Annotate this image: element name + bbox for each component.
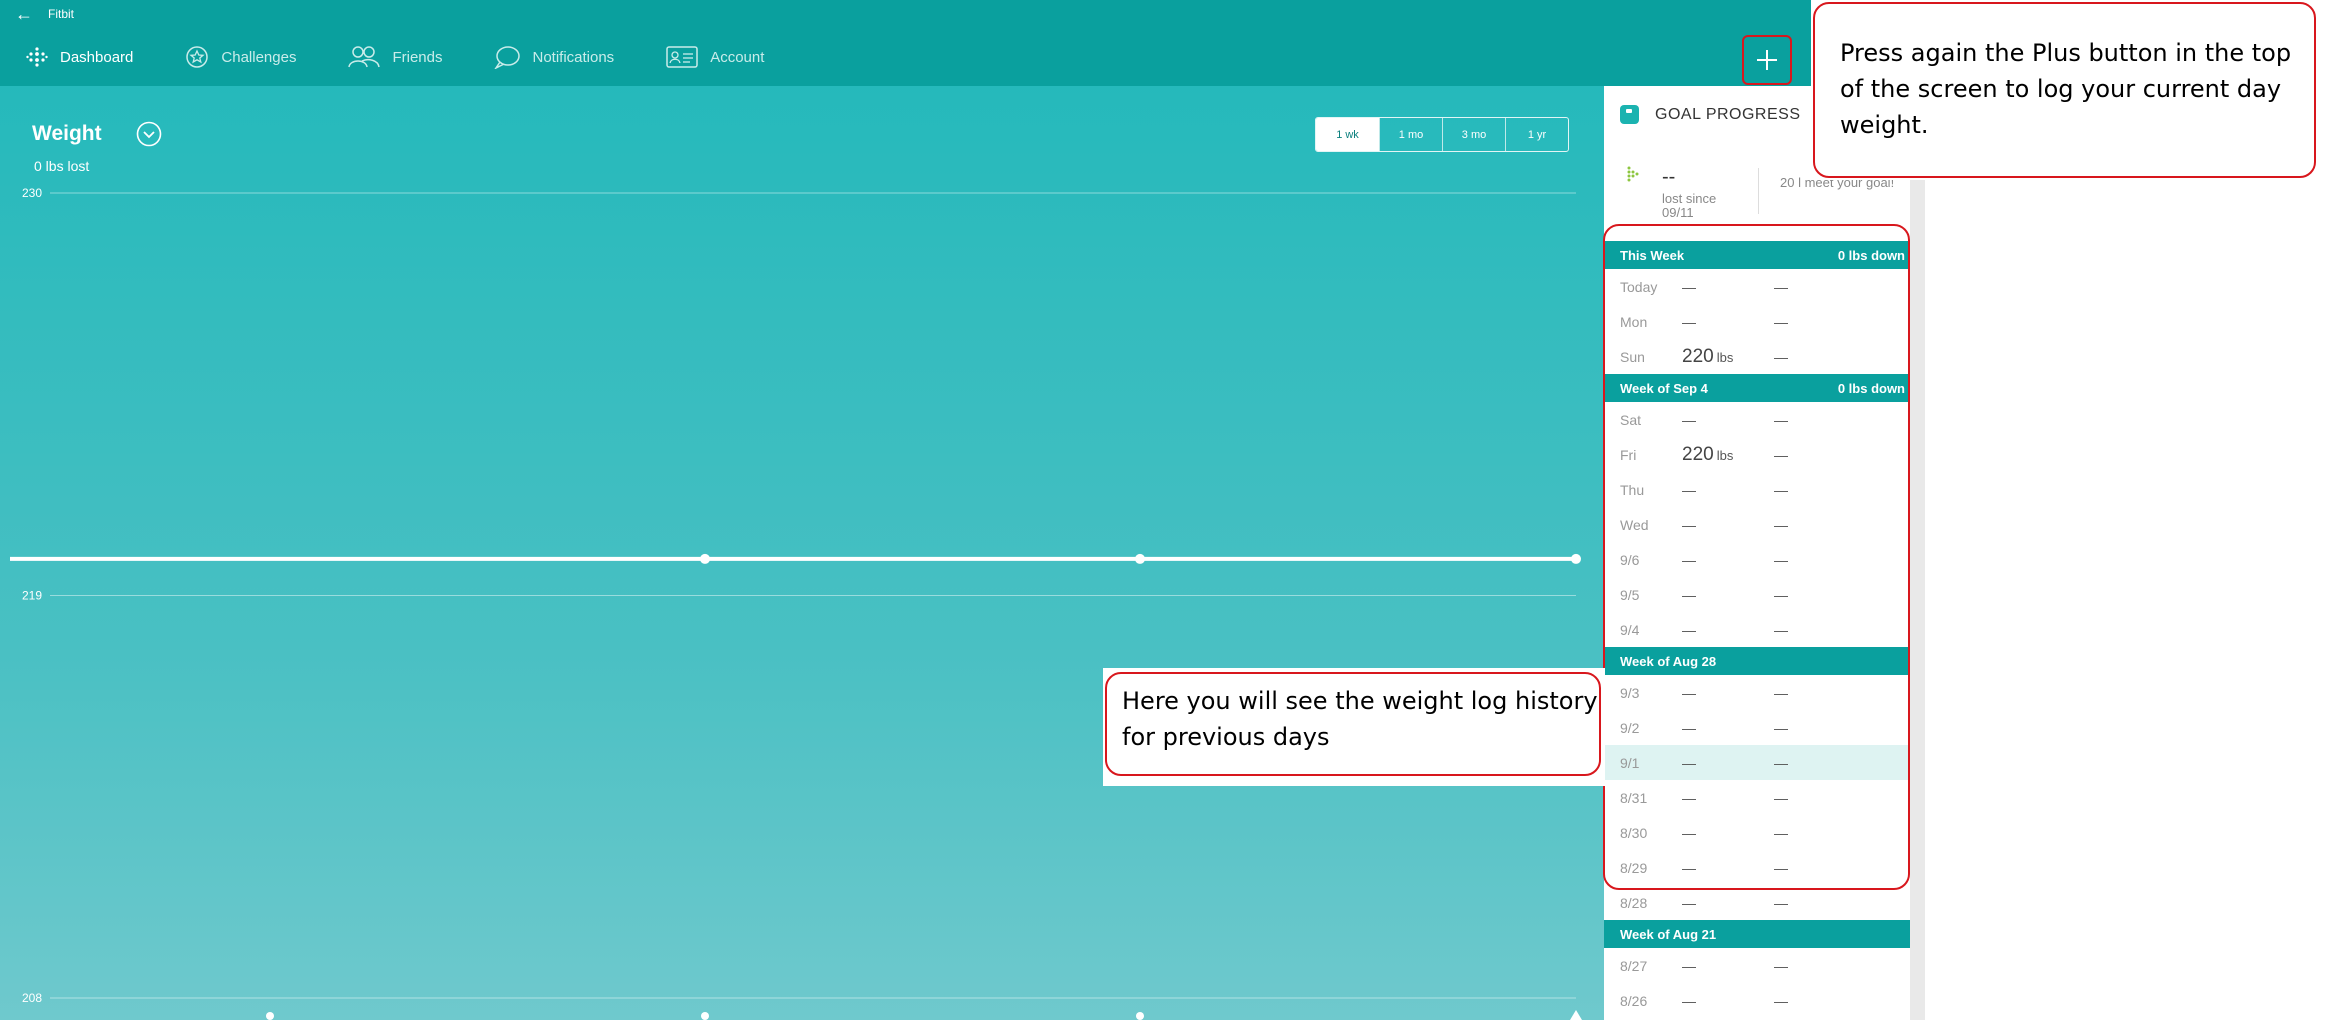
log-change: —	[1774, 992, 1788, 1009]
log-row[interactable]: 8/27 — —	[1604, 948, 1910, 983]
star-badge-icon	[186, 46, 209, 68]
log-change: —	[1774, 957, 1788, 974]
weight-data-point[interactable]	[700, 553, 710, 564]
log-history-highlight	[1603, 224, 1910, 890]
history-annotation-text: Here you will see the weight log history…	[1122, 687, 1598, 751]
id-card-icon	[666, 46, 698, 68]
sidebar-scrollbar[interactable]	[1910, 86, 1925, 1020]
weight-line-chart: 230 219 208	[10, 186, 1582, 1020]
fitbit-app: ← Fitbit Dashboard Challenges Friends No…	[0, 0, 1925, 1020]
plus-annotation: Press again the Plus button in the top o…	[1811, 0, 2326, 180]
goal-lost-value: --	[1662, 166, 1676, 188]
log-change: —	[1774, 894, 1788, 911]
friends-icon	[348, 46, 381, 68]
nav-label-friends: Friends	[392, 48, 443, 66]
back-arrow-icon[interactable]: ←	[0, 4, 48, 25]
log-weight-plus-button[interactable]	[1742, 35, 1792, 85]
weight-data-point[interactable]	[1135, 553, 1145, 564]
plus-icon	[1757, 50, 1777, 70]
week-header-label: Week of Aug 21	[1620, 926, 1717, 942]
title-bar: ← Fitbit	[0, 0, 1925, 28]
dots-grid-icon	[26, 47, 48, 67]
log-day: 8/26	[1620, 992, 1648, 1009]
y-tick-label: 230	[22, 186, 42, 200]
y-tick-label: 219	[22, 589, 42, 603]
x-axis-day-marker	[1136, 1012, 1144, 1020]
nav-label-challenges: Challenges	[221, 48, 297, 66]
nav-challenges[interactable]: Challenges	[159, 28, 322, 86]
nav-notifications[interactable]: Notifications	[468, 28, 640, 86]
history-annotation: Here you will see the weight log history…	[1103, 668, 1605, 786]
log-day: 8/27	[1620, 957, 1648, 974]
nav-label-dashboard: Dashboard	[60, 48, 134, 66]
plus-annotation-text: Press again the Plus button in the top o…	[1840, 39, 2292, 139]
log-weight: —	[1682, 894, 1696, 911]
log-day: 8/28	[1620, 894, 1648, 911]
app-title: Fitbit	[48, 7, 75, 21]
trend-dots-icon	[1627, 166, 1639, 182]
y-tick-label: 208	[22, 991, 42, 1005]
weight-data-point[interactable]	[1571, 553, 1581, 564]
scale-icon	[1620, 105, 1639, 124]
goal-progress-label: GOAL PROGRESS	[1655, 105, 1801, 123]
goal-progress-header: GOAL PROGRESS	[1620, 105, 1801, 124]
nav-friends[interactable]: Friends	[322, 28, 468, 86]
nav-label-notifications: Notifications	[532, 48, 615, 66]
nav-dashboard[interactable]: Dashboard	[0, 28, 159, 86]
goal-divider	[1758, 168, 1759, 214]
x-axis-day-marker	[701, 1012, 709, 1020]
top-navigation: Dashboard Challenges Friends Notificatio…	[0, 28, 1925, 86]
speech-bubble-icon	[494, 46, 521, 69]
goal-lost-note: lost since 09/11	[1662, 191, 1717, 220]
nav-label-account: Account	[710, 48, 765, 66]
x-axis-today-marker	[1570, 1010, 1582, 1020]
log-weight: —	[1682, 992, 1696, 1009]
log-row[interactable]: 8/28 — —	[1604, 885, 1910, 920]
x-axis-day-marker	[266, 1012, 274, 1020]
log-row[interactable]: 8/26 — —	[1604, 983, 1910, 1018]
nav-account[interactable]: Account	[640, 28, 790, 86]
week-header: Week of Aug 21	[1604, 920, 1910, 948]
log-weight: —	[1682, 957, 1696, 974]
weight-chart-panel: Weight 0 lbs lost 1 wk 1 mo 3 mo 1 yr 23…	[0, 86, 1604, 1020]
